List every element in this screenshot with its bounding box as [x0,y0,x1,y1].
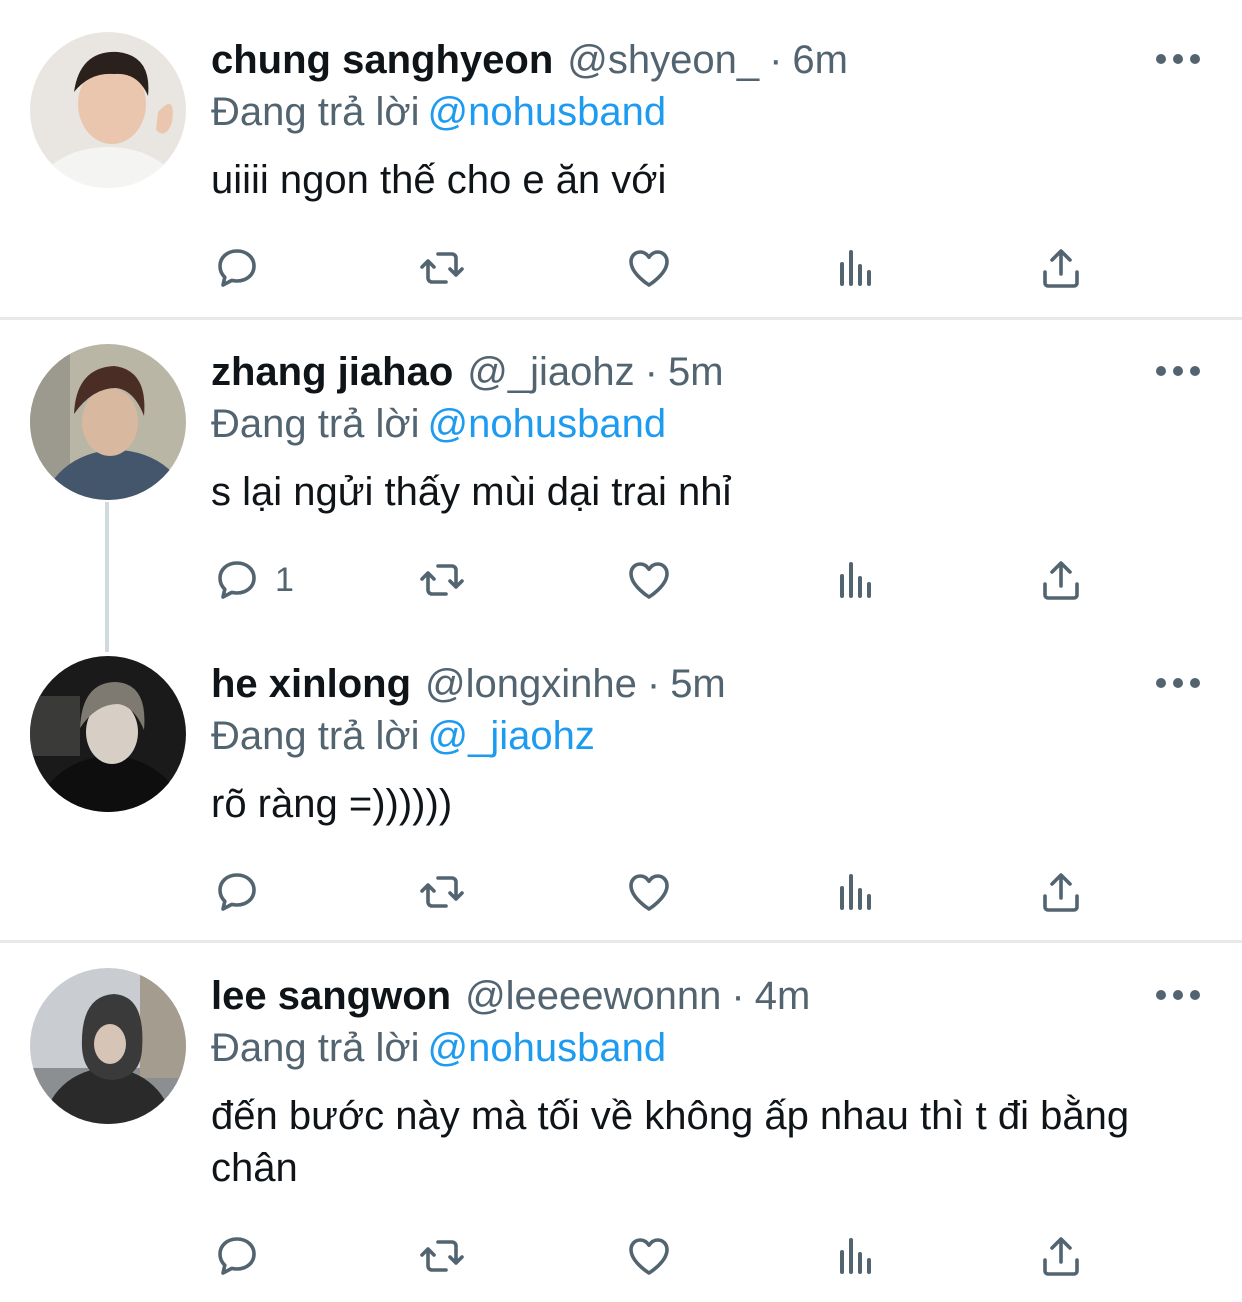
reply-icon [218,561,256,599]
share-button[interactable] [1037,238,1085,298]
tweet-text: rõ ràng =)))))) [211,782,453,826]
more-icon[interactable] [1156,673,1200,693]
like-button[interactable] [625,550,673,610]
analytics-button[interactable] [832,1226,880,1286]
timestamp[interactable]: 6m [792,32,848,88]
mention-link[interactable]: @nohusband [428,402,667,446]
analytics-button[interactable] [832,238,880,298]
like-icon [629,562,669,599]
tweet-header: he xinlong @longxinhe · 5m [211,656,726,712]
like-icon [629,1238,669,1275]
timestamp[interactable]: 5m [670,656,726,712]
tweet-header: lee sangwon @leeeewonnn · 4m [211,968,810,1024]
tweet-actions [0,862,1242,922]
like-button[interactable] [625,1226,673,1286]
user-handle[interactable]: @longxinhe [425,656,637,712]
analytics-icon [840,1238,871,1274]
retweet-button[interactable] [418,238,466,298]
avatar[interactable] [30,968,186,1124]
share-icon [1043,1237,1079,1276]
user-handle[interactable]: @leeeewonnn [465,968,721,1024]
replying-label: Đang trả lời [211,90,420,134]
tweet-actions: 1 [0,550,1242,610]
separator: · [644,350,658,394]
more-icon[interactable] [1156,985,1200,1005]
retweet-icon [420,1240,464,1272]
tweet-1[interactable]: chung sanghyeon @shyeon_ · 6m Đang trả l… [0,0,1242,318]
tweet-text: uiiii ngon thế cho e ăn với [211,158,667,202]
tweet-header: zhang jiahao @_jiaohz · 5m [211,344,724,400]
tweet-text: s lại ngửi thấy mùi dại trai nhỉ [211,470,732,514]
replying-to: Đang trả lời @nohusband [211,84,666,140]
tweet-2[interactable]: zhang jiahao @_jiaohz · 5m Đang trả lời @… [0,344,1242,624]
retweet-icon [420,252,464,284]
share-icon [1043,249,1079,288]
tweet-4[interactable]: lee sangwon @leeeewonnn · 4m Đang trả lờ… [0,968,1242,1302]
share-icon [1043,873,1079,912]
avatar[interactable] [30,656,186,812]
reply-icon [218,873,256,911]
retweet-button[interactable] [418,862,466,922]
display-name[interactable]: chung sanghyeon [211,32,553,88]
analytics-icon [840,250,871,286]
mention-link[interactable]: @nohusband [428,1026,667,1070]
analytics-icon [840,562,871,598]
like-button[interactable] [625,862,673,922]
display-name[interactable]: lee sangwon [211,968,451,1024]
mention-link[interactable]: @nohusband [428,90,667,134]
tweet-actions [0,238,1242,298]
user-handle[interactable]: @_jiaohz [467,344,634,400]
display-name[interactable]: zhang jiahao [211,344,453,400]
avatar[interactable] [30,32,186,188]
like-button[interactable] [625,238,673,298]
reply-button[interactable] [213,1226,275,1286]
separator: · [731,974,745,1018]
reply-button[interactable] [213,238,275,298]
separator: · [646,662,661,706]
tweet-actions [0,1226,1242,1286]
display-name[interactable]: he xinlong [211,656,411,712]
retweet-icon [420,564,464,596]
retweet-button[interactable] [418,550,466,610]
share-button[interactable] [1037,862,1085,922]
replying-to: Đang trả lời @nohusband [211,396,666,452]
more-icon[interactable] [1156,49,1200,69]
replying-label: Đang trả lời [211,1026,420,1070]
share-icon [1043,561,1079,600]
like-icon [629,874,669,911]
analytics-button[interactable] [832,862,880,922]
separator: · [769,38,783,82]
replying-to: Đang trả lời @_jiaohz [211,708,595,764]
timestamp[interactable]: 4m [755,968,811,1024]
more-icon[interactable] [1156,361,1200,381]
divider [0,317,1242,320]
replying-label: Đang trả lời [211,402,420,446]
reply-count: 1 [275,560,294,599]
user-handle[interactable]: @shyeon_ [567,32,759,88]
tweet-3[interactable]: he xinlong @longxinhe · 5m Đang trả lời @… [0,656,1242,936]
analytics-button[interactable] [832,550,880,610]
replying-to: Đang trả lời @nohusband [211,1020,666,1076]
divider [0,940,1242,943]
analytics-icon [840,874,871,910]
reply-button[interactable] [213,862,275,922]
share-button[interactable] [1037,550,1085,610]
reply-icon [218,1237,256,1275]
tweet-header: chung sanghyeon @shyeon_ · 6m [211,32,848,88]
reply-button[interactable]: 1 [213,550,294,610]
reply-icon [218,249,256,287]
timestamp[interactable]: 5m [668,344,724,400]
share-button[interactable] [1037,1226,1085,1286]
avatar[interactable] [30,344,186,500]
mention-link[interactable]: @_jiaohz [428,714,595,758]
retweet-button[interactable] [418,1226,466,1286]
replying-label: Đang trả lời [211,714,420,758]
tweet-text: đến bước này mà tối về không ấp nhau thì… [211,1094,1130,1190]
retweet-icon [420,876,464,908]
like-icon [629,250,669,287]
